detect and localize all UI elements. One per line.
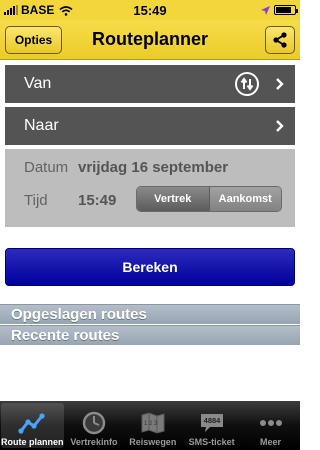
time-value[interactable]: 15:49: [78, 192, 116, 209]
to-row[interactable]: Naar: [5, 107, 295, 145]
tab-bar: Route plannen Vertrekinfo 1 2 3 Reiswege…: [0, 401, 300, 450]
departure-arrival-toggle: Vertrek Aankomst: [136, 186, 282, 212]
tab-label: Reiswegen: [129, 437, 177, 447]
chevron-right-icon: [276, 120, 284, 132]
tab-label: Meer: [260, 437, 282, 447]
from-label: Van: [24, 75, 52, 92]
navigation-bar: Opties Routeplanner: [0, 20, 300, 60]
status-time: 15:49: [133, 3, 167, 18]
to-label: Naar: [24, 117, 59, 134]
tab-meer[interactable]: Meer: [241, 401, 300, 450]
calculate-button[interactable]: Bereken: [5, 248, 295, 286]
sms-ticket-icon: 4884: [200, 414, 223, 432]
chevron-right-icon: [276, 78, 284, 90]
tab-sms-ticket[interactable]: 4884 SMS-ticket: [182, 401, 241, 450]
status-bar: BASE 15:49: [0, 0, 300, 20]
more-icon: [259, 420, 282, 426]
battery-icon: [274, 5, 298, 15]
clock-icon: [82, 411, 106, 435]
tab-reiswegen[interactable]: 1 2 3 Reiswegen: [123, 401, 182, 450]
date-value[interactable]: vrijdag 16 september: [78, 159, 228, 176]
swap-arrows-icon: [240, 77, 254, 91]
svg-text:1 2 3: 1 2 3: [144, 421, 158, 427]
route-icon: [18, 413, 45, 434]
recent-routes-header[interactable]: Recente routes: [0, 325, 300, 345]
time-label: Tijd: [24, 192, 48, 209]
tab-route-plannen[interactable]: Route plannen: [1, 403, 64, 448]
tab-label: SMS-ticket: [188, 437, 235, 447]
share-button[interactable]: [265, 26, 295, 54]
saved-routes-header[interactable]: Opgeslagen routes: [0, 304, 300, 324]
date-label: Datum: [24, 159, 69, 176]
date-time-panel: Datum vrijdag 16 september Tijd 15:49 Ve…: [5, 149, 295, 227]
tab-label: Vertrekinfo: [70, 437, 118, 447]
tab-vertrekinfo[interactable]: Vertrekinfo: [65, 401, 124, 450]
options-button[interactable]: Opties: [5, 26, 62, 54]
from-row[interactable]: Van: [5, 65, 295, 103]
segment-departure[interactable]: Vertrek: [137, 187, 209, 211]
segment-arrival[interactable]: Aankomst: [208, 187, 281, 211]
swap-stations-button[interactable]: [235, 72, 259, 96]
map-icon: 1 2 3: [141, 412, 165, 434]
sms-badge-text: 4884: [203, 416, 221, 425]
tab-label: Route plannen: [1, 437, 64, 447]
share-icon: [273, 32, 287, 48]
